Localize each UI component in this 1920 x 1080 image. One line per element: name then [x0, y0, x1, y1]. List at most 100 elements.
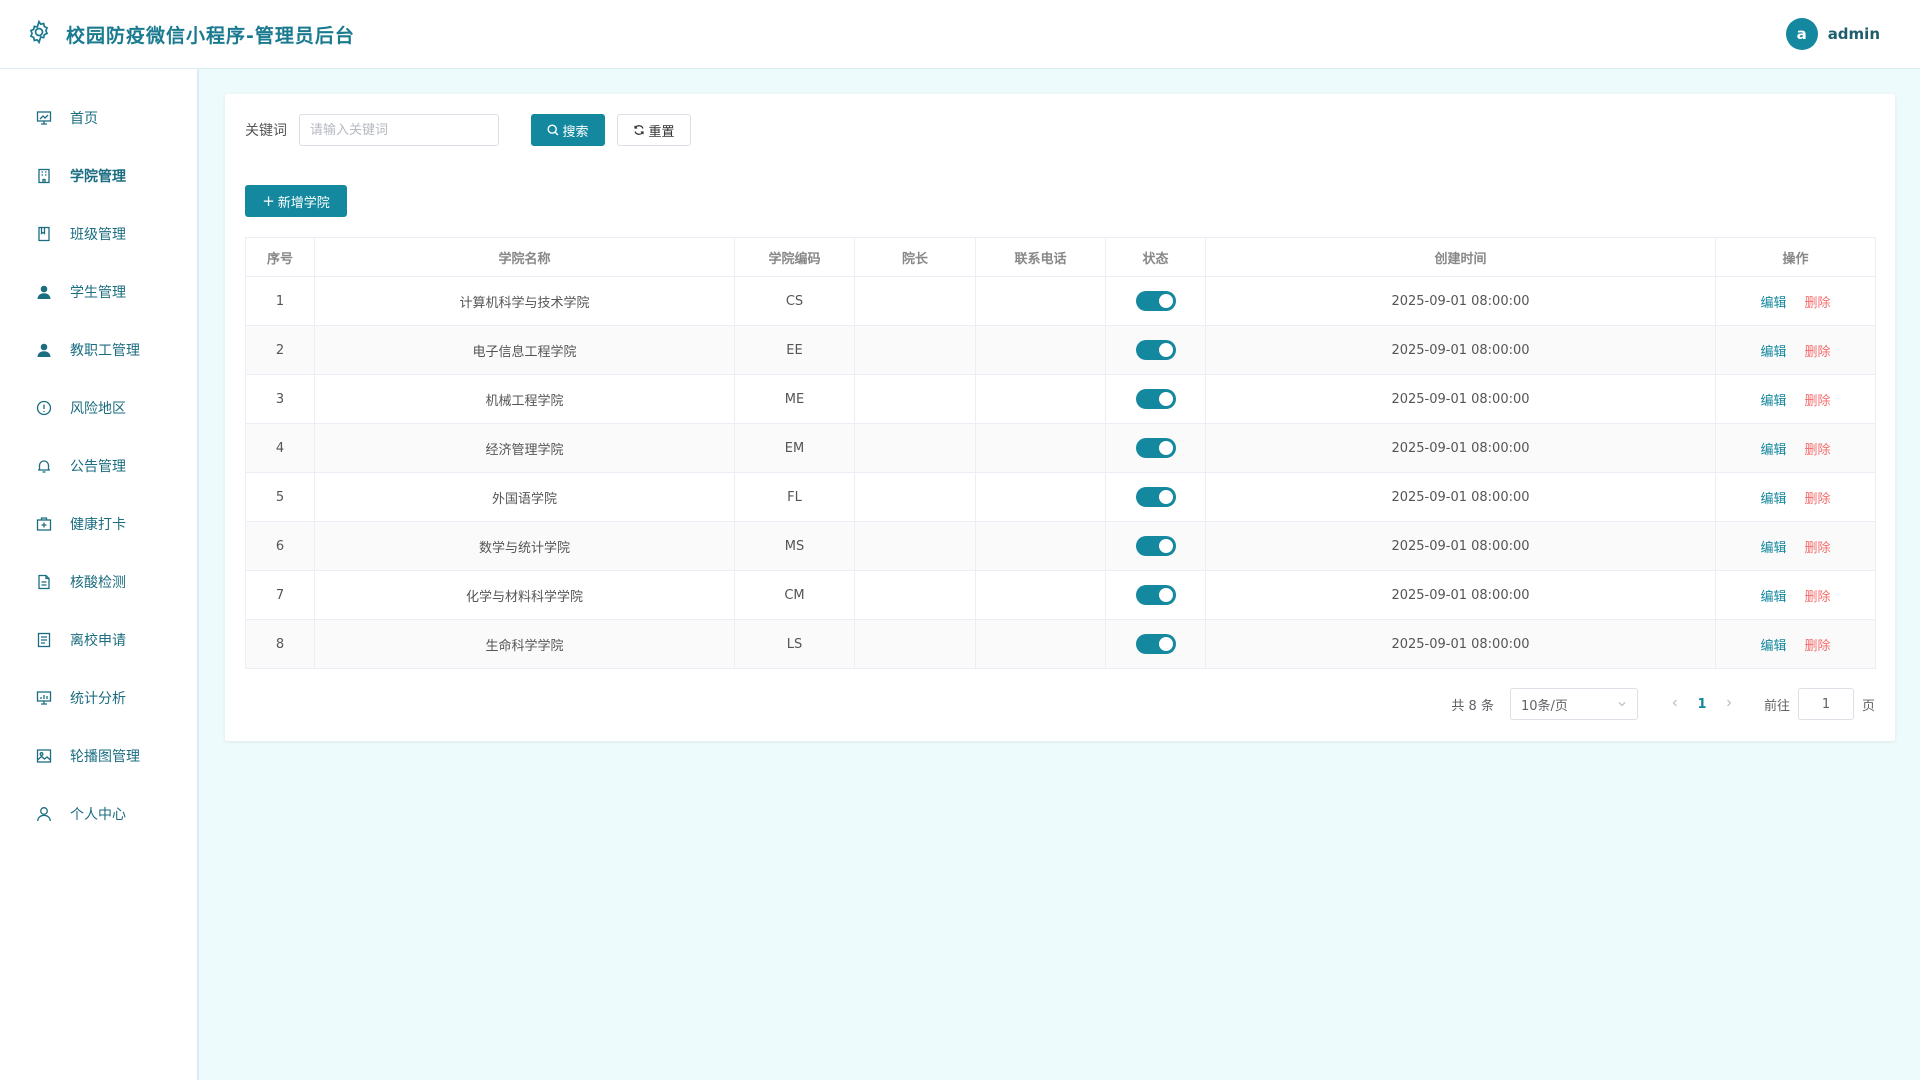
gear-icon[interactable]	[26, 19, 52, 49]
sidebar-item-staff[interactable]: 教职工管理	[0, 321, 197, 379]
sidebar-item-class[interactable]: 班级管理	[0, 205, 197, 263]
delete-link[interactable]: 删除	[1805, 639, 1831, 654]
cell-actions: 编辑 删除	[1715, 570, 1876, 620]
cell-code: ME	[734, 374, 855, 424]
search-button[interactable]: 搜索	[531, 114, 605, 146]
cell-code: CM	[734, 570, 855, 620]
cell-dean	[854, 325, 976, 375]
cell-dean	[854, 276, 976, 326]
sidebar-item-nucleic-test[interactable]: 核酸检测	[0, 553, 197, 611]
total-count: 共 8 条	[1451, 698, 1494, 714]
cell-created: 2025-09-01 08:00:00	[1205, 521, 1716, 571]
sidebar-item-label: 学生管理	[70, 285, 126, 301]
cell-status	[1105, 521, 1206, 571]
user-menu[interactable]: a admin	[1785, 18, 1880, 50]
cell-name: 数学与统计学院	[314, 521, 735, 571]
dashboard-icon	[35, 109, 53, 127]
username[interactable]: admin	[1828, 25, 1880, 43]
keyword-input[interactable]	[299, 114, 499, 146]
sidebar-item-student[interactable]: 学生管理	[0, 263, 197, 321]
chevron-left-icon	[1672, 699, 1677, 707]
main-card: 关键词 搜索 重置 + 新增学院 序号 学院名称 学院编码 院长 联系电话 状态	[225, 94, 1895, 741]
delete-link[interactable]: 删除	[1805, 443, 1831, 458]
status-toggle[interactable]	[1135, 389, 1176, 409]
sidebar-item-college[interactable]: 学院管理	[0, 147, 197, 205]
cell-dean	[854, 570, 976, 620]
sidebar-item-profile[interactable]: 个人中心	[0, 785, 197, 843]
cell-code: LS	[734, 619, 855, 669]
status-toggle[interactable]	[1135, 340, 1176, 360]
sidebar-item-label: 离校申请	[70, 633, 126, 649]
column-header: 院长	[854, 237, 976, 277]
status-toggle[interactable]	[1135, 585, 1176, 605]
status-toggle[interactable]	[1135, 634, 1176, 654]
table-row: 5 外国语学院 FL 2025-09-01 08:00:00 编辑 删除	[245, 472, 1876, 522]
cell-name: 机械工程学院	[314, 374, 735, 424]
page-number[interactable]: 1	[1688, 697, 1716, 712]
sidebar-item-risk-area[interactable]: 风险地区	[0, 379, 197, 437]
cell-created: 2025-09-01 08:00:00	[1205, 423, 1716, 473]
delete-link[interactable]: 删除	[1805, 541, 1831, 556]
edit-link[interactable]: 编辑	[1760, 492, 1786, 507]
edit-link[interactable]: 编辑	[1760, 394, 1786, 409]
delete-link[interactable]: 删除	[1805, 590, 1831, 605]
prev-page-button[interactable]	[1662, 696, 1688, 712]
edit-link[interactable]: 编辑	[1760, 590, 1786, 605]
status-toggle[interactable]	[1135, 536, 1176, 556]
chevron-down-icon	[1618, 702, 1626, 707]
delete-link[interactable]: 删除	[1805, 296, 1831, 311]
edit-link[interactable]: 编辑	[1760, 541, 1786, 556]
delete-link[interactable]: 删除	[1805, 394, 1831, 409]
sidebar-item-home[interactable]: 首页	[0, 89, 197, 147]
reset-button[interactable]: 重置	[617, 114, 691, 146]
next-page-button[interactable]	[1716, 696, 1742, 712]
search-button-label: 搜索	[562, 124, 589, 140]
cell-phone	[975, 570, 1106, 620]
status-toggle[interactable]	[1135, 487, 1176, 507]
delete-link[interactable]: 删除	[1805, 492, 1831, 507]
cell-phone	[975, 423, 1106, 473]
cell-name: 计算机科学与技术学院	[314, 276, 735, 326]
avatar[interactable]: a	[1785, 18, 1818, 50]
edit-link[interactable]: 编辑	[1760, 443, 1786, 458]
sidebar-item-health-checkin[interactable]: 健康打卡	[0, 495, 197, 553]
pagination: 共 8 条 10条/页 1 前往 页	[1451, 688, 1875, 720]
cell-index: 6	[245, 521, 315, 571]
column-header: 联系电话	[975, 237, 1106, 277]
cell-actions: 编辑 删除	[1715, 472, 1876, 522]
edit-link[interactable]: 编辑	[1760, 345, 1786, 360]
status-toggle[interactable]	[1135, 438, 1176, 458]
cell-name: 电子信息工程学院	[314, 325, 735, 375]
status-toggle[interactable]	[1135, 291, 1176, 311]
edit-link[interactable]: 编辑	[1760, 639, 1786, 654]
cell-actions: 编辑 删除	[1715, 619, 1876, 669]
cell-actions: 编辑 删除	[1715, 521, 1876, 571]
person-outline-icon	[35, 805, 53, 823]
warning-circle-icon	[35, 399, 53, 417]
sidebar-item-leave-request[interactable]: 离校申请	[0, 611, 197, 669]
goto-page-input[interactable]	[1797, 688, 1854, 720]
table-row: 2 电子信息工程学院 EE 2025-09-01 08:00:00 编辑 删除	[245, 325, 1876, 375]
cell-code: CS	[734, 276, 855, 326]
cell-index: 3	[245, 374, 315, 424]
add-college-button[interactable]: + 新增学院	[245, 185, 347, 217]
image-icon	[35, 747, 53, 765]
edit-link[interactable]: 编辑	[1760, 296, 1786, 311]
document-icon	[35, 573, 53, 591]
cell-index: 1	[245, 276, 315, 326]
sidebar-item-notice[interactable]: 公告管理	[0, 437, 197, 495]
search-bar: 关键词 搜索 重置	[245, 114, 691, 146]
cell-phone	[975, 276, 1106, 326]
goto-label: 前往	[1763, 698, 1790, 714]
sidebar-item-carousel[interactable]: 轮播图管理	[0, 727, 197, 785]
column-header: 序号	[245, 237, 315, 277]
cell-status	[1105, 423, 1206, 473]
bell-icon	[35, 457, 53, 475]
cell-created: 2025-09-01 08:00:00	[1205, 570, 1716, 620]
cell-created: 2025-09-01 08:00:00	[1205, 472, 1716, 522]
delete-link[interactable]: 删除	[1805, 345, 1831, 360]
sidebar-item-label: 教职工管理	[70, 343, 140, 359]
sidebar-item-statistics[interactable]: 统计分析	[0, 669, 197, 727]
cell-code: MS	[734, 521, 855, 571]
page-size-select[interactable]: 10条/页	[1509, 688, 1638, 720]
